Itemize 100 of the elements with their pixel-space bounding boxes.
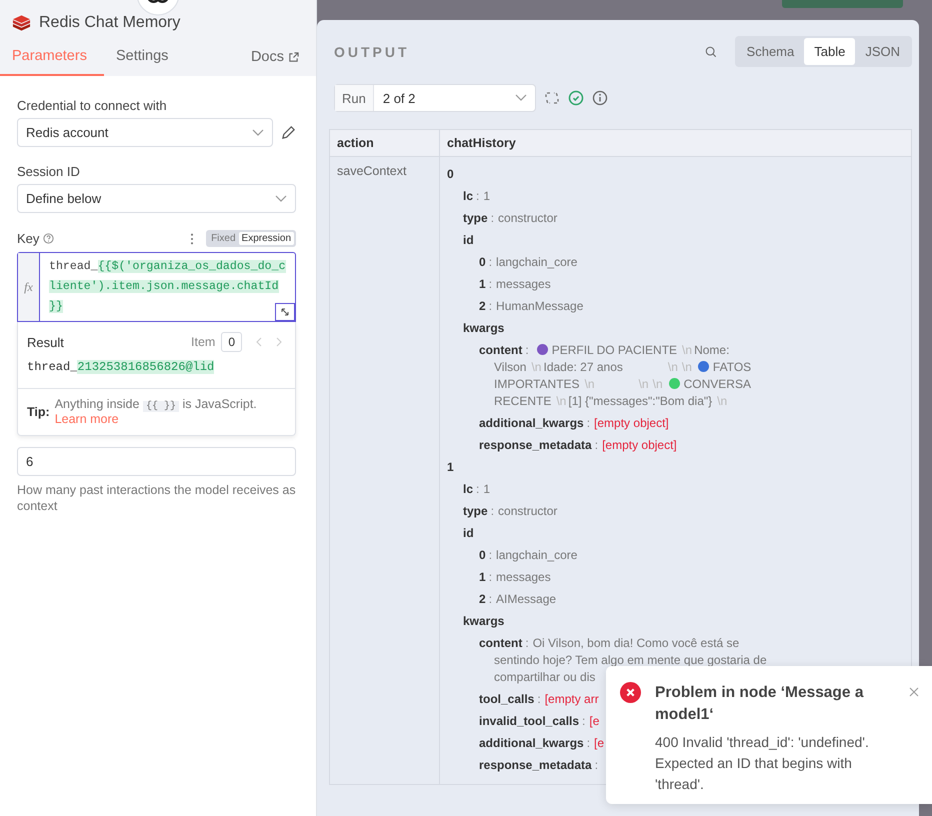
column-header: action: [330, 130, 440, 157]
content-text: RECENTE: [494, 394, 552, 408]
tab[interactable]: Settings: [104, 40, 180, 76]
tree-key: id: [463, 233, 474, 247]
tree-key: lc: [463, 189, 474, 203]
search-icon[interactable]: [704, 46, 717, 58]
credential-select[interactable]: Redis account: [17, 118, 273, 147]
external-link-icon: [288, 52, 299, 62]
tree-key: 1: [447, 460, 454, 474]
more-icon[interactable]: [190, 232, 194, 244]
column-header: chatHistory: [440, 130, 911, 157]
item-field[interactable]: 0: [221, 332, 242, 352]
key-separator: :: [490, 211, 494, 225]
content-text: [1] {"messages":"Bom dia"}: [568, 394, 712, 408]
content-text: compartilhar ou dis: [494, 670, 596, 684]
key-separator: :: [582, 714, 586, 728]
key-separator: :: [594, 438, 598, 452]
view-tab[interactable]: Schema: [736, 38, 804, 65]
key-separator: :: [488, 548, 492, 562]
key-separator: :: [488, 255, 492, 269]
tree-key: additional_kwargs: [479, 416, 584, 430]
field-label: Credential to connect with: [17, 98, 168, 113]
view-tab[interactable]: JSON: [855, 38, 910, 65]
error-icon: [620, 682, 641, 703]
success-icon: [568, 90, 584, 106]
tree-key: invalid_tool_calls: [479, 714, 580, 728]
tree-key: content: [479, 343, 522, 357]
docs-link[interactable]: Docs: [250, 40, 299, 76]
tree-value: 1: [483, 189, 490, 203]
field-hint: How many past interactions the model receives as context: [17, 482, 296, 514]
tree-key: lc: [463, 482, 474, 496]
tree-value: [e: [589, 714, 600, 728]
info-icon[interactable]: [592, 90, 608, 106]
close-icon[interactable]: [909, 687, 919, 697]
tree-key: 2: [479, 592, 486, 606]
tree-value: [empty object]: [602, 438, 677, 452]
key-separator: :: [490, 504, 494, 518]
newline-mark: \n: [584, 377, 595, 391]
newline-mark: \n: [668, 360, 678, 374]
key-separator: :: [488, 277, 492, 291]
newline-mark: \n: [652, 377, 663, 391]
key-separator: :: [586, 736, 590, 750]
mode-toggle[interactable]: Expression: [238, 232, 294, 245]
tree-value: messages: [496, 277, 551, 291]
chevron-icon: [252, 128, 264, 136]
view-tab[interactable]: Table: [804, 38, 856, 65]
result-label: Result: [27, 334, 64, 350]
tree-value: AIMessage: [496, 592, 556, 606]
key-separator: :: [488, 592, 492, 606]
context-window-field[interactable]: 6: [17, 447, 296, 476]
table-cell: saveContext: [337, 164, 406, 178]
tree-key: type: [463, 504, 488, 518]
tree-value: langchain_core: [496, 548, 578, 562]
field-label: Session ID: [17, 164, 81, 179]
redis-icon: [12, 15, 31, 31]
content-text: Idade: 27 anos: [543, 360, 623, 374]
tree-value: constructor: [498, 504, 558, 518]
key-separator: :: [594, 758, 598, 772]
content-text: PERFIL DO PACIENTE: [552, 343, 678, 357]
key-separator: :: [586, 416, 590, 430]
help-icon[interactable]: [43, 233, 54, 244]
newline-mark: \n: [556, 394, 566, 408]
chevron-icon: [515, 94, 527, 102]
newline-mark: \n: [682, 343, 692, 357]
key-separator: :: [525, 636, 529, 650]
tip-label: Tip:: [27, 404, 50, 418]
tree-key: id: [463, 526, 474, 540]
content-text: Nome:: [694, 343, 730, 357]
key-separator: :: [537, 692, 541, 706]
node-title: Redis Chat Memory: [39, 14, 180, 32]
tree-value: langchain_core: [496, 255, 578, 269]
tree-key: type: [463, 211, 488, 225]
session-select[interactable]: Define below: [17, 184, 296, 213]
tree-key: additional_kwargs: [479, 736, 584, 750]
tree-value: 1: [483, 482, 490, 496]
tree-key: response_metadata: [479, 758, 592, 772]
tree-key: 1: [479, 277, 486, 291]
content-text: FATOS: [712, 360, 752, 374]
field-label: Key: [17, 231, 40, 246]
key-separator: :: [476, 189, 480, 203]
content-text: CONVERSA: [684, 377, 751, 391]
tree-key: 0: [479, 255, 486, 269]
newline-mark: \n: [531, 360, 542, 374]
tree-value: [empty object]: [594, 416, 669, 430]
tree-key: 0: [447, 167, 454, 181]
key-separator: :: [525, 343, 529, 357]
tip-text: Anything inside {{ }} is JavaScript.: [54, 397, 257, 412]
tree-key: response_metadata: [479, 438, 592, 452]
toast-title: Problem in node ‘Message a model1‘: [655, 683, 865, 725]
run-select[interactable]: Run 2 of 2: [334, 84, 536, 112]
tree-value: HumanMessage: [496, 299, 584, 313]
key-separator: :: [488, 299, 492, 313]
content-text: IMPORTANTES: [494, 377, 580, 391]
key-separator: :: [476, 482, 480, 496]
tree-key: 0: [479, 548, 486, 562]
tree-key: 1: [479, 570, 486, 584]
toast-message: 400 Invalid 'thread_id': 'undefined'. Expected an ID that begins with 'thread'.: [655, 733, 870, 794]
tree-value: messages: [496, 570, 551, 584]
pencil-icon[interactable]: [281, 125, 296, 140]
content-text: Oi Vilson, bom dia! Como você está se: [532, 636, 740, 650]
